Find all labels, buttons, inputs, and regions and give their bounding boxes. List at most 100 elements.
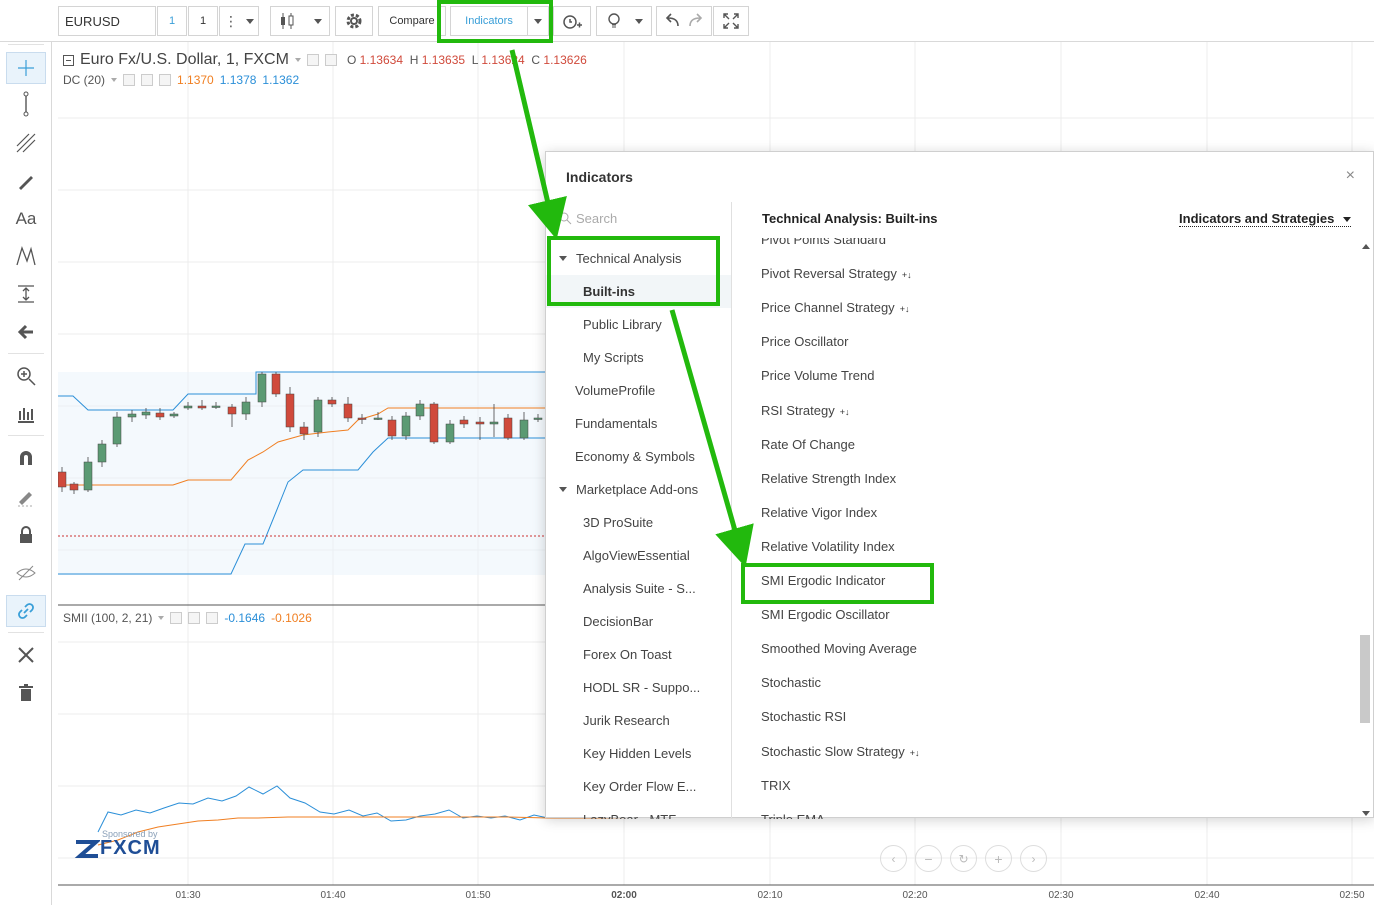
category-item[interactable]: AlgoViewEssential [546, 539, 731, 572]
indicator-item[interactable]: SMI Ergodic Oscillator [761, 607, 890, 622]
eye-icon[interactable] [170, 612, 183, 624]
interval-menu-button[interactable]: ⋮ [219, 6, 259, 36]
dc-legend: DC (20) 1.1370 1.1378 1.1362 [63, 73, 299, 87]
category-item[interactable]: Forex On Toast [546, 638, 731, 671]
indicator-item[interactable]: Relative Volatility Index [761, 539, 895, 554]
close-icon[interactable] [159, 74, 172, 86]
zoom-in-icon[interactable]: + [985, 845, 1012, 872]
category-item[interactable]: DecisionBar [546, 605, 731, 638]
indicator-item[interactable]: Relative Vigor Index [761, 505, 877, 520]
filter-dropdown[interactable]: Indicators and Strategies [1179, 211, 1351, 227]
alert-button[interactable] [553, 6, 591, 36]
indicator-item[interactable]: Relative Strength Index [761, 471, 896, 486]
indicator-item[interactable]: Pivot Reversal Strategy +↓ [761, 266, 912, 281]
brush-tool-icon[interactable] [6, 165, 46, 197]
category-item[interactable]: LazyBear - MTF [546, 803, 731, 819]
indicator-item[interactable]: Price Oscillator [761, 334, 848, 349]
indicator-item[interactable]: Price Volume Trend [761, 368, 874, 383]
hide-drawings-icon[interactable] [6, 557, 46, 589]
category-item[interactable]: Analysis Suite - S... [546, 572, 731, 605]
category-label: HODL SR - Suppo... [583, 680, 701, 695]
scroll-right-icon[interactable]: › [1020, 845, 1047, 872]
indicator-item[interactable]: Pivot Points Standard [761, 238, 886, 247]
pattern-tool-icon[interactable] [6, 240, 46, 272]
tools-icon[interactable] [6, 639, 46, 671]
measure-tool-icon[interactable] [6, 278, 46, 310]
eye-icon[interactable] [306, 54, 319, 66]
stay-drawing-icon[interactable] [6, 481, 46, 513]
category-label: Fundamentals [575, 416, 658, 431]
zoom-in-icon[interactable] [6, 360, 46, 392]
fullscreen-button[interactable] [713, 6, 749, 36]
gear-icon[interactable] [141, 74, 154, 86]
link-icon[interactable] [6, 595, 46, 627]
scrollbar-thumb[interactable] [1360, 635, 1370, 723]
eye-icon[interactable] [123, 74, 136, 86]
gear-icon[interactable] [188, 612, 201, 624]
interval-button[interactable]: 1 [188, 6, 218, 36]
annotation-builtins-box [547, 236, 720, 306]
dc-label[interactable]: DC (20) [63, 73, 105, 87]
undo-redo-group [656, 6, 712, 36]
indicator-item[interactable]: Stochastic Slow Strategy +↓ [761, 744, 920, 759]
search-input[interactable]: Search [576, 211, 617, 226]
indicator-item[interactable]: Stochastic [761, 675, 821, 690]
category-item[interactable]: Marketplace Add-ons [546, 473, 731, 506]
indicator-item[interactable]: Triple EMA [761, 812, 825, 819]
lock-icon[interactable] [6, 519, 46, 551]
crosshair-tool-icon[interactable] [6, 52, 46, 84]
fullscreen-icon [723, 13, 739, 29]
zoom-out-icon[interactable]: − [915, 845, 942, 872]
bars-pattern-icon[interactable] [6, 398, 46, 430]
category-item[interactable]: Key Order Flow E... [546, 770, 731, 803]
category-item[interactable]: My Scripts [546, 341, 731, 374]
undo-icon[interactable] [662, 12, 682, 30]
category-item[interactable]: Jurik Research [546, 704, 731, 737]
scroll-down-icon[interactable] [1362, 811, 1370, 816]
magnet-icon[interactable] [6, 442, 46, 474]
symbol-input[interactable]: EURUSD [58, 6, 156, 36]
trash-icon[interactable] [6, 677, 46, 709]
interval-1-button[interactable]: 1 [157, 6, 187, 36]
symbol-title[interactable]: Euro Fx/U.S. Dollar, 1, FXCM [80, 51, 289, 69]
sponsor-logo[interactable]: Sponsored by FXCM [74, 829, 161, 860]
search-field[interactable]: Search [559, 211, 617, 226]
trend-line-tool-icon[interactable] [6, 88, 46, 120]
category-item[interactable]: HODL SR - Suppo... [546, 671, 731, 704]
indicator-item[interactable]: TRIX [761, 778, 791, 793]
category-label: My Scripts [583, 350, 644, 365]
strategy-icon: +↓ [839, 406, 850, 417]
candles-icon [281, 13, 294, 29]
text-tool-icon[interactable]: Aa [6, 203, 46, 235]
category-item[interactable]: Economy & Symbols [546, 440, 731, 473]
scrollbar[interactable] [1360, 242, 1370, 818]
indicator-item[interactable]: RSI Strategy +↓ [761, 403, 849, 418]
category-item[interactable]: VolumeProfile [546, 374, 731, 407]
settings-button[interactable] [335, 6, 373, 36]
category-item[interactable]: 3D ProSuite [546, 506, 731, 539]
scroll-up-icon[interactable] [1362, 244, 1370, 249]
collapse-icon[interactable] [63, 54, 74, 66]
indicator-item[interactable]: Smoothed Moving Average [761, 641, 917, 656]
close-icon[interactable]: × [1346, 167, 1355, 185]
ideas-button[interactable] [596, 6, 652, 36]
indicator-item[interactable]: Rate Of Change [761, 437, 855, 452]
close-icon[interactable] [206, 612, 219, 624]
chart-style-button[interactable] [270, 6, 330, 36]
strategy-icon: +↓ [899, 304, 910, 315]
redo-icon[interactable] [686, 12, 706, 30]
gear-icon[interactable] [324, 54, 337, 66]
category-item[interactable]: Fundamentals [546, 407, 731, 440]
fib-tool-icon[interactable] [6, 127, 46, 159]
category-item[interactable]: Key Hidden Levels [546, 737, 731, 770]
back-arrow-icon[interactable] [6, 316, 46, 348]
smii-label[interactable]: SMII (100, 2, 21) [63, 611, 152, 625]
indicator-item[interactable]: Price Channel Strategy +↓ [761, 300, 909, 315]
drawing-toolbar: Aa [0, 0, 52, 905]
indicator-item[interactable]: Stochastic RSI [761, 709, 846, 724]
scroll-left-icon[interactable]: ‹ [880, 845, 907, 872]
expand-caret-icon[interactable] [559, 487, 567, 492]
reset-icon[interactable]: ↻ [950, 845, 977, 872]
category-item[interactable]: Public Library [546, 308, 731, 341]
compare-button[interactable]: Compare [378, 6, 446, 36]
